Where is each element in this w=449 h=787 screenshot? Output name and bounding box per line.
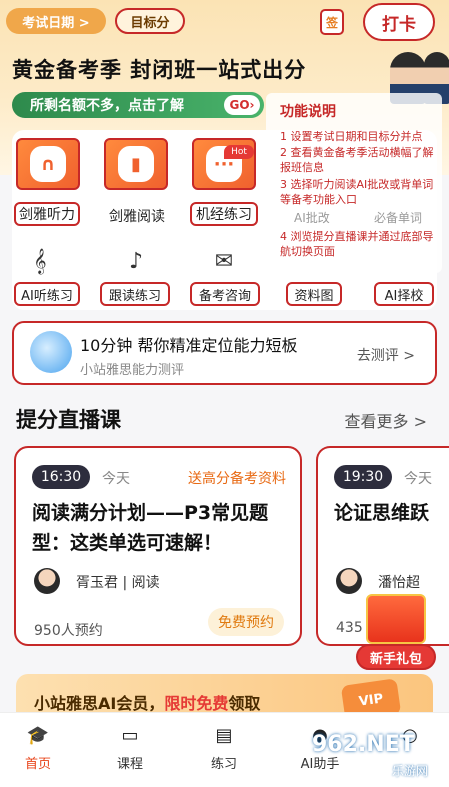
nav-courses[interactable]: ▭ 课程	[100, 721, 160, 773]
live-heading: 提分直播课	[16, 408, 121, 432]
nav-practice[interactable]: ▤ 练习	[194, 721, 254, 773]
gift-pack-button[interactable]: 新手礼包	[356, 588, 436, 672]
course-tag: 送高分备考资料	[188, 471, 286, 487]
checkin-button[interactable]: 打卡	[363, 3, 435, 41]
vocabulary-label[interactable]: 必备单词	[374, 209, 422, 226]
hot-badge: Hot	[224, 145, 254, 159]
teacher-name: 胥玉君 | 阅读	[76, 575, 160, 591]
ai-banner-text: 小站雅思AI会员，限时免费领取	[34, 694, 261, 713]
go-button[interactable]: GO›	[224, 95, 260, 115]
nav-home[interactable]: 🎓 首页	[8, 721, 68, 773]
overlay-step: 2 查看黄金备考季活动横幅了解报班信息	[280, 146, 434, 174]
course-title: 阅读满分计划——P3常见题型：这类单选可速解！	[32, 502, 269, 554]
open-book-icon: ▤	[215, 724, 233, 746]
gift-label: 新手礼包	[356, 644, 436, 670]
course-day: 今天	[404, 471, 432, 487]
course-title: 论证思维跃	[334, 502, 430, 524]
headphones-icon: ∩	[30, 146, 66, 182]
book-icon: ▮	[118, 146, 154, 182]
gift-icon	[366, 594, 426, 644]
promo-title: 黄金备考季 封闭班一站式出分	[12, 58, 307, 82]
reading-label[interactable]: 剑雅阅读	[104, 206, 170, 226]
graduation-cap-icon: 🎓	[26, 724, 50, 746]
calendar-icon[interactable]: 签	[320, 9, 344, 35]
promo-banner-text: 所剩名额不多，点击了解	[30, 98, 184, 114]
avatar	[34, 568, 60, 594]
course-day: 今天	[102, 471, 130, 487]
booked-count: 950人预约	[34, 623, 103, 639]
practice-label[interactable]: 机经练习	[190, 202, 258, 226]
time-badge: 19:30	[334, 465, 392, 489]
time-badge: 16:30	[32, 465, 90, 489]
feature-description-overlay: 功能说明 1 设置考试日期和目标分并点 2 查看黄金备考季活动横幅了解报班信息 …	[266, 93, 442, 273]
school-select-label[interactable]: AI择校	[374, 282, 434, 306]
overlay-step: 3 选择听力阅读AI批改或背单词等备考功能入口	[280, 178, 434, 206]
assessment-icon	[30, 331, 72, 373]
see-more-link[interactable]: 查看更多 >	[345, 408, 428, 432]
ear-icon[interactable]: 𝄞	[22, 244, 58, 278]
assessment-card[interactable]: 10分钟 帮你精准定位能力短板 小站雅思能力测评 去测评 >	[12, 321, 437, 385]
overlay-step: 4 浏览提分直播课并通过底部导航切换页面	[280, 230, 434, 258]
target-score-button[interactable]: 目标分	[115, 8, 185, 34]
watermark-sub: 乐游网	[392, 764, 429, 778]
assessment-action[interactable]: 去测评 >	[357, 345, 415, 365]
watermark: 962.NET	[312, 732, 415, 757]
ai-listening-label[interactable]: AI听练习	[14, 282, 80, 306]
assessment-title: 10分钟 帮你精准定位能力短板	[80, 336, 298, 355]
overlay-step: 1 设置考试日期和目标分并点	[280, 130, 423, 143]
promo-banner[interactable]: 所剩名额不多，点击了解 GO›	[12, 92, 264, 118]
nav-label: 课程	[116, 757, 143, 772]
listening-label[interactable]: 剑雅听力	[14, 202, 80, 226]
nav-label: 练习	[210, 757, 237, 772]
assessment-subtitle: 小站雅思能力测评	[80, 363, 185, 378]
shadowing-label[interactable]: 跟读练习	[100, 282, 170, 306]
course-card[interactable]: 16:30 今天 送高分备考资料 阅读满分计划——P3常见题型：这类单选可速解！…	[14, 446, 302, 646]
monitor-icon: ▭	[121, 724, 139, 746]
materials-label[interactable]: 资料图	[286, 282, 342, 306]
free-book-button[interactable]: 免费预约	[208, 608, 284, 636]
consult-label[interactable]: 备考咨询	[190, 282, 260, 306]
nav-label: 首页	[24, 757, 51, 772]
microphone-icon[interactable]: ♪	[118, 244, 154, 278]
ai-grading-label[interactable]: AI批改	[294, 209, 330, 226]
overlay-title: 功能说明	[280, 104, 336, 120]
exam-date-button[interactable]: 考试日期 >	[6, 8, 106, 34]
reading-tile[interactable]: ▮	[104, 138, 168, 190]
consult-icon[interactable]: ✉	[206, 244, 242, 278]
listening-tile[interactable]: ∩	[16, 138, 80, 190]
